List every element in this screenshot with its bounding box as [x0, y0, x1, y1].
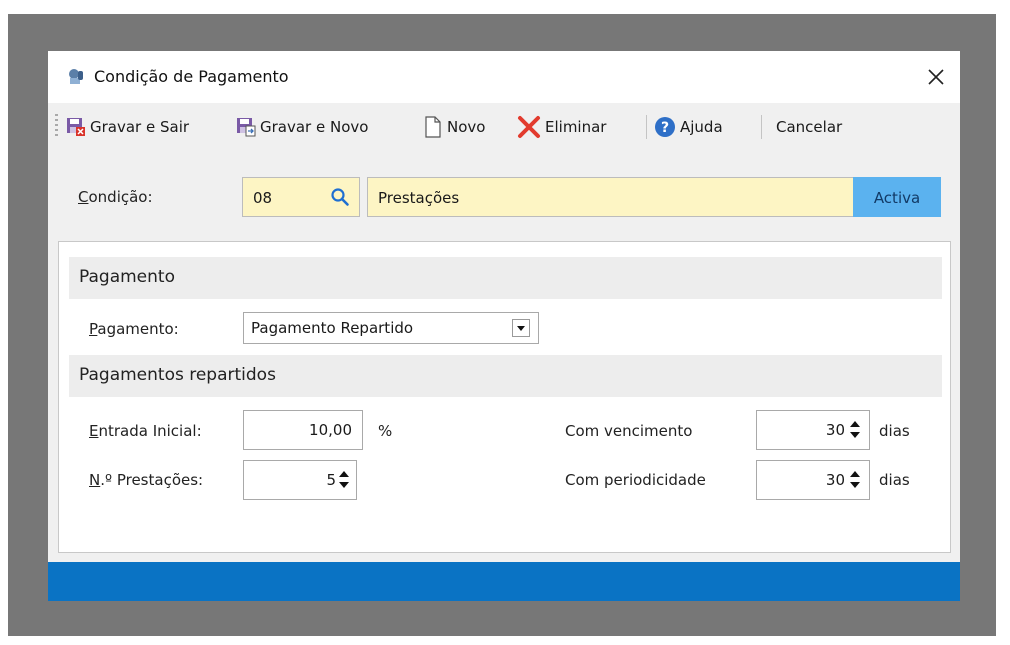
- save-exit-icon: [67, 118, 85, 136]
- condition-label: Condição:: [78, 188, 153, 206]
- installments-stepper[interactable]: 5: [243, 460, 357, 500]
- periodicity-days-unit: dias: [879, 471, 910, 489]
- periodicity-label: Com periodicidade: [565, 471, 706, 489]
- svg-text:?: ?: [661, 120, 669, 136]
- status-active-button[interactable]: Activa: [853, 177, 941, 217]
- due-label: Com vencimento: [565, 422, 693, 440]
- chevron-down-icon[interactable]: [512, 319, 530, 337]
- save-exit-button[interactable]: Gravar e Sair: [66, 113, 189, 141]
- delete-button[interactable]: Eliminar: [517, 113, 606, 141]
- save-new-icon: [237, 118, 256, 137]
- close-icon[interactable]: [918, 59, 954, 95]
- increment-icon[interactable]: [850, 471, 860, 477]
- payment-type-label: Pagamento:: [89, 320, 179, 338]
- condition-code-value: 08: [253, 189, 273, 207]
- decrement-icon[interactable]: [339, 482, 349, 488]
- split-section-header: Pagamentos repartidos: [69, 355, 942, 397]
- title-bar: Condição de Pagamento: [48, 51, 960, 103]
- due-days-value: 30: [825, 421, 845, 439]
- help-icon: ?: [655, 117, 675, 137]
- payment-hand-icon: [69, 69, 83, 84]
- payment-condition-dialog: Condição de Pagamento Gravar e Sair Grav…: [48, 51, 960, 601]
- delete-label: Eliminar: [545, 118, 607, 136]
- due-days-spinner[interactable]: [849, 419, 863, 441]
- payment-section-header: Pagamento: [69, 257, 942, 299]
- toolbar-grip[interactable]: [55, 114, 58, 138]
- details-panel: Pagamento Pagamento: Pagamento Repartido…: [58, 241, 951, 553]
- new-label: Novo: [447, 118, 486, 136]
- condition-description-input[interactable]: Prestações: [367, 177, 890, 217]
- increment-icon[interactable]: [850, 421, 860, 427]
- new-document-icon: [425, 116, 441, 138]
- installments-label: N.º Prestações:: [89, 471, 204, 489]
- periodicity-days-value: 30: [825, 471, 845, 489]
- decrement-icon[interactable]: [850, 432, 860, 438]
- installments-spinner[interactable]: [338, 469, 352, 491]
- periodicity-days-stepper[interactable]: 30: [756, 460, 870, 500]
- payment-section-title: Pagamento: [79, 267, 175, 287]
- window-title: Condição de Pagamento: [94, 67, 289, 86]
- initial-entry-value: 10,00: [309, 421, 352, 439]
- initial-entry-unit: %: [378, 422, 393, 440]
- split-section-title: Pagamentos repartidos: [79, 365, 276, 385]
- due-days-stepper[interactable]: 30: [756, 410, 870, 450]
- search-icon[interactable]: [330, 187, 350, 207]
- cancel-button[interactable]: Cancelar: [776, 113, 842, 141]
- toolbar-separator: [646, 115, 647, 139]
- due-days-unit: dias: [879, 422, 910, 440]
- cancel-label: Cancelar: [776, 118, 843, 136]
- status-bar: [48, 562, 960, 601]
- installments-value: 5: [326, 471, 336, 489]
- payment-type-selected: Pagamento Repartido: [251, 319, 414, 337]
- initial-entry-label: Entrada Inicial:: [89, 422, 202, 440]
- help-button[interactable]: ? Ajuda: [654, 113, 723, 141]
- toolbar-separator: [761, 115, 762, 139]
- condition-description-value: Prestações: [378, 189, 460, 207]
- save-new-label: Gravar e Novo: [260, 118, 369, 136]
- increment-icon[interactable]: [339, 471, 349, 477]
- condition-code-input[interactable]: 08: [242, 177, 360, 217]
- new-button[interactable]: Novo: [423, 113, 485, 141]
- save-new-button[interactable]: Gravar e Novo: [236, 113, 368, 141]
- toolbar: Gravar e Sair Gravar e Novo Novo Elimina…: [48, 107, 960, 147]
- decrement-icon[interactable]: [850, 482, 860, 488]
- delete-x-icon: [518, 116, 540, 138]
- periodicity-days-spinner[interactable]: [849, 469, 863, 491]
- help-label: Ajuda: [680, 118, 723, 136]
- payment-type-select[interactable]: Pagamento Repartido: [243, 312, 539, 344]
- initial-entry-input[interactable]: 10,00: [243, 410, 363, 450]
- save-exit-label: Gravar e Sair: [90, 118, 190, 136]
